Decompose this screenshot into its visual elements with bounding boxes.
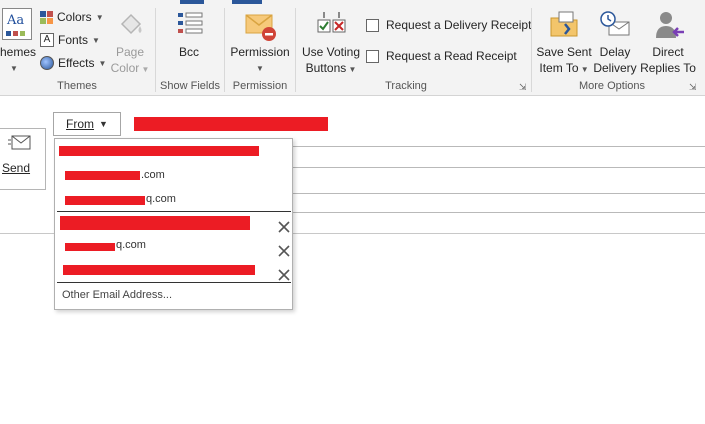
account-header-redacted	[60, 216, 250, 230]
effects-button[interactable]: Effects ▼	[40, 56, 106, 70]
chevron-down-icon: ▼	[10, 64, 18, 73]
cc-field[interactable]	[292, 167, 705, 168]
remove-close-icon[interactable]	[277, 268, 291, 282]
bcc-label: Bcc	[178, 45, 199, 59]
bcc-button[interactable]: Bcc	[164, 10, 214, 75]
account-header-redacted	[59, 146, 259, 156]
colors-button[interactable]: Colors ▼	[40, 10, 104, 24]
send-label: Send	[2, 161, 31, 175]
fonts-button[interactable]: A Fonts ▼	[40, 33, 100, 47]
email-suffix: .com	[141, 169, 165, 181]
show-fields-group-label: Show Fields	[160, 80, 220, 92]
delivery-receipt-label: Request a Delivery Receipt	[386, 18, 532, 32]
permission-label: Permission	[230, 45, 290, 59]
save-sent-folder-icon	[550, 11, 578, 37]
permission-group-label: Permission	[232, 80, 288, 92]
email-redacted	[65, 171, 140, 180]
from-button[interactable]: From ▼	[53, 112, 121, 136]
from-menu-item[interactable]: q.com	[57, 191, 289, 211]
colors-icon	[40, 10, 53, 24]
email-suffix: q.com	[146, 193, 176, 205]
bcc-field[interactable]	[292, 193, 705, 194]
delay-delivery-button[interactable]: Delay Delivery	[592, 10, 638, 78]
themes-button[interactable]: Aa hemes ▼	[0, 8, 37, 80]
use-voting-buttons-button[interactable]: Use Voting Buttons ▼	[300, 10, 362, 78]
email-redacted	[65, 243, 115, 251]
permission-envelope-icon	[245, 14, 276, 41]
page-color-button[interactable]: Page Color ▼	[108, 10, 152, 80]
delay-delivery-label: Delivery	[593, 61, 637, 75]
tracking-group-label: Tracking	[385, 80, 427, 92]
send-button[interactable]: Send	[0, 128, 46, 190]
remove-close-icon[interactable]	[277, 220, 291, 234]
save-sent-label: Item To ▼	[539, 61, 589, 75]
page-color-label: Page	[115, 45, 145, 59]
read-receipt-checkbox[interactable]: Request a Read Receipt	[366, 49, 517, 63]
checkbox-box[interactable]	[366, 49, 379, 63]
dialog-launcher-icon[interactable]: ⇲	[689, 82, 697, 93]
paint-bucket-icon	[120, 13, 142, 35]
checkbox-box[interactable]	[366, 18, 379, 32]
effects-icon	[40, 56, 54, 70]
send-envelope-icon	[8, 135, 31, 150]
from-menu-item[interactable]: q.com	[57, 237, 289, 257]
delay-delivery-label: Delay	[599, 45, 631, 59]
account-header-redacted	[63, 265, 255, 275]
effects-label: Effects	[58, 56, 95, 70]
more-options-group-label: More Options	[578, 80, 646, 92]
direct-replies-label: Direct	[652, 45, 684, 59]
chevron-down-icon: ▼	[99, 119, 108, 129]
chevron-down-icon: ▼	[95, 12, 104, 22]
themes-group-label: Themes	[57, 80, 97, 92]
chevron-down-icon: ▼	[98, 58, 107, 68]
page-color-label: Color ▼	[110, 61, 150, 75]
fonts-icon: A	[40, 33, 54, 47]
direct-replies-person-icon	[656, 12, 684, 38]
from-dropdown-menu: .com q.com q.com Other Email Address...	[54, 138, 293, 310]
bcc-icon	[178, 12, 203, 34]
dialog-launcher-icon[interactable]: ⇲	[519, 82, 527, 93]
permission-button[interactable]: Permission ▼	[228, 10, 292, 78]
email-redacted	[65, 196, 145, 205]
themes-label: hemes	[0, 45, 37, 59]
delivery-receipt-checkbox[interactable]: Request a Delivery Receipt	[366, 18, 531, 32]
from-label: From	[66, 117, 95, 131]
chevron-down-icon: ▼	[92, 35, 100, 45]
menu-separator	[57, 282, 291, 283]
direct-replies-label: Replies To	[640, 61, 696, 75]
from-menu-item[interactable]: .com	[57, 167, 289, 187]
ribbon-accent	[180, 0, 204, 4]
voting-icon	[317, 12, 346, 33]
ribbon-accent	[232, 0, 262, 4]
use-voting-label: Buttons ▼	[305, 61, 357, 75]
chevron-down-icon: ▼	[256, 64, 264, 73]
fonts-label: Fonts	[58, 33, 89, 47]
subject-field[interactable]	[292, 212, 705, 213]
colors-label: Colors	[57, 10, 92, 24]
save-sent-label: Save Sent	[536, 45, 592, 59]
other-email-address-item[interactable]: Other Email Address...	[62, 289, 172, 301]
to-field[interactable]	[292, 146, 705, 147]
use-voting-label: Use Voting	[301, 45, 361, 59]
menu-separator	[57, 211, 291, 212]
delay-clock-icon	[600, 11, 630, 36]
themes-icon: Aa	[2, 8, 32, 40]
email-suffix: q.com	[116, 239, 146, 251]
save-sent-item-button[interactable]: Save Sent Item To ▼	[534, 10, 594, 78]
read-receipt-label: Request a Read Receipt	[386, 49, 517, 63]
from-address-redacted	[134, 117, 328, 131]
direct-replies-button[interactable]: Direct Replies To	[638, 10, 698, 78]
remove-close-icon[interactable]	[277, 244, 291, 258]
